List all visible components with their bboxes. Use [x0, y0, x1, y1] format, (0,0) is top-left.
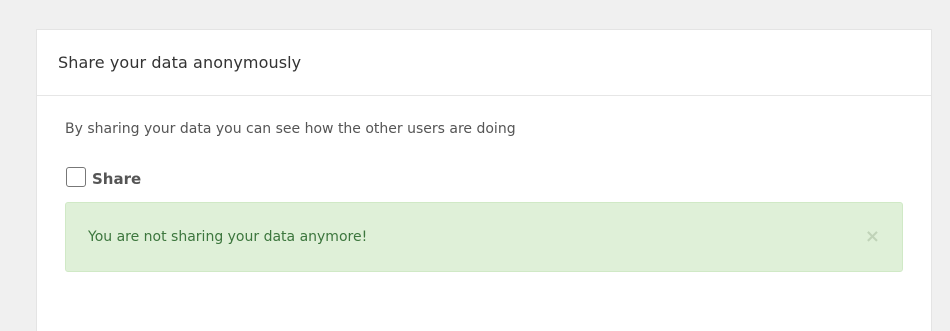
share-checkbox[interactable]	[66, 166, 86, 187]
success-alert: You are not sharing your data anymore! ×	[65, 202, 903, 272]
share-checkbox-label[interactable]: Share	[92, 170, 141, 188]
alert-message: You are not sharing your data anymore!	[88, 229, 368, 245]
panel-heading: Share your data anonymously	[37, 30, 931, 96]
share-description: By sharing your data you can see how the…	[65, 121, 516, 137]
close-icon[interactable]: ×	[865, 228, 880, 246]
panel-title: Share your data anonymously	[58, 53, 302, 72]
share-data-panel: Share your data anonymously By sharing y…	[36, 29, 932, 331]
share-checkbox-row[interactable]: Share	[66, 165, 141, 188]
